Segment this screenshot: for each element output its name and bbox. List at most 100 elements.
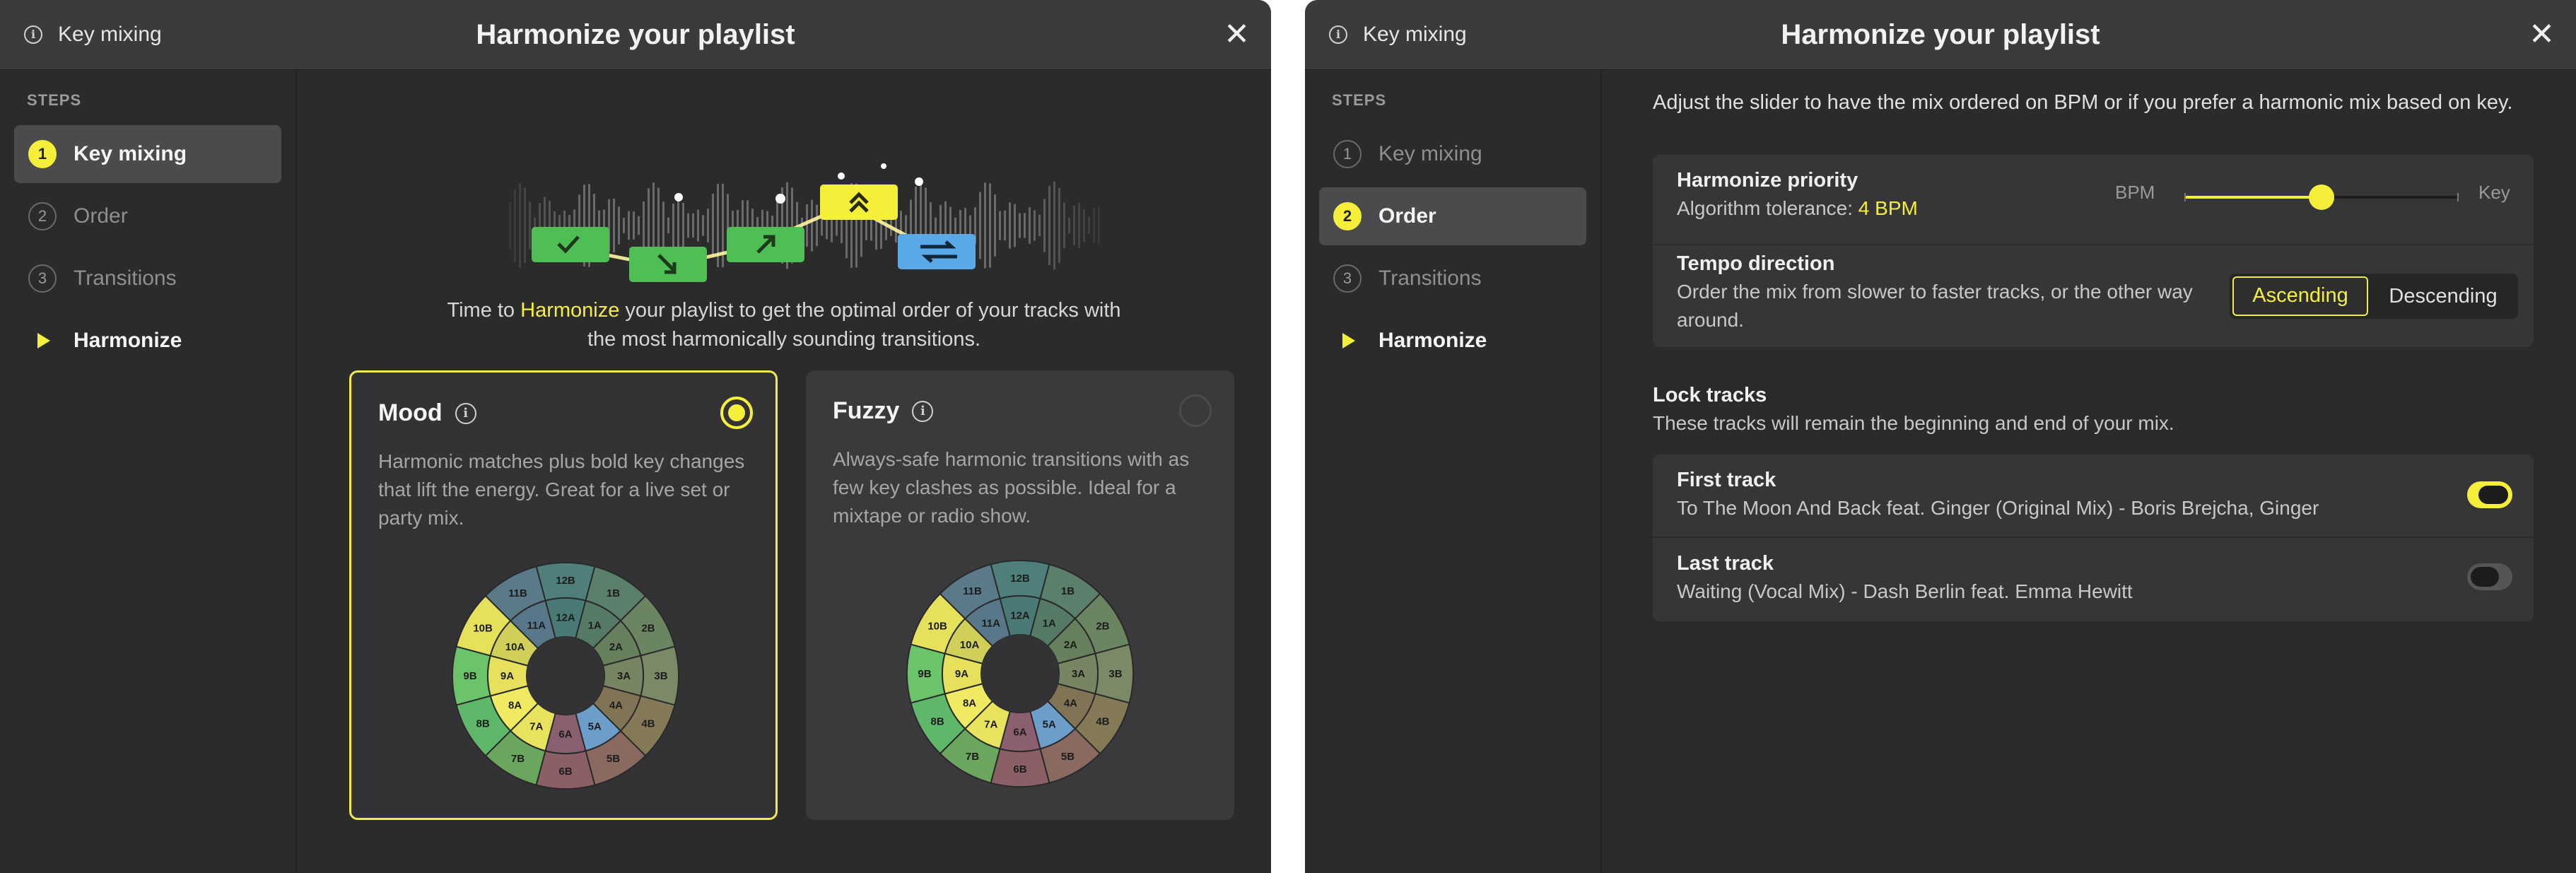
step-label: Transitions [74,266,177,290]
slider-min-label: BPM [2115,182,2155,203]
intro-rest: your playlist to get the optimal order o… [619,299,1121,322]
camelot-key-label: 9B [463,670,476,682]
step-harmonize[interactable]: Harmonize [1319,312,1586,370]
camelot-key-label: 7A [529,720,543,732]
lock-tracks-description: These tracks will remain the beginning a… [1653,412,2174,434]
camelot-key-label: 7B [511,753,525,765]
camelot-key-label: 10A [960,639,980,651]
camelot-key-label: 3B [1108,668,1122,680]
close-icon[interactable]: ✕ [2529,0,2555,69]
camelot-key-label: 4B [641,718,655,730]
slider-thumb[interactable] [2309,184,2334,210]
steps-sidebar: STEPS 1 Key mixing 2 Order 3 Transitions… [0,70,297,873]
option-title: Fuzzy [833,397,900,424]
camelot-key-label: 11B [963,585,982,597]
camelot-key-label: 10B [473,623,493,635]
camelot-key-label: 5A [588,720,602,732]
lock-tracks-title: Lock tracks [1653,384,1767,406]
step-label: Order [1378,204,1436,228]
lock-tracks-panel: First track To The Moon And Back feat. G… [1653,455,2534,621]
option-title: Mood [378,399,443,426]
camelot-key-label: 12B [1010,573,1030,585]
step-number: 2 [1333,202,1362,230]
step-label: Harmonize [1378,329,1487,352]
check-icon [532,227,609,262]
camelot-key-label: 12A [556,612,575,624]
camelot-key-label: 4A [609,699,623,711]
first-track-toggle[interactable] [2467,481,2512,508]
option-description: Always-safe harmonic transitions with as… [833,448,1190,527]
camelot-key-label: 10B [927,621,947,633]
ascending-button[interactable]: Ascending [2232,276,2368,316]
radio-button[interactable] [1179,394,1212,427]
dialog-title: Harmonize your playlist [476,19,795,50]
camelot-key-label: 5B [1061,751,1075,763]
title-bar: i Key mixing Harmonize your playlist ✕ [0,0,1271,70]
last-track-label: Last track [1677,552,1774,575]
camelot-key-label: 4A [1064,697,1077,709]
radio-button-selected[interactable] [720,397,753,429]
camelot-key-label: 8B [476,718,489,730]
camelot-key-label: 9B [918,668,931,680]
camelot-key-label: 1B [607,587,620,599]
tolerance-label: Algorithm tolerance: [1677,197,1858,219]
info-icon[interactable]: i [912,400,934,422]
camelot-key-label: 8A [508,699,522,711]
camelot-key-label: 7A [984,718,997,730]
option-card-fuzzy[interactable]: Fuzzy i Always-safe harmonic transitions… [806,370,1234,820]
card-title: Mood i [378,399,476,427]
steps-heading: STEPS [1332,91,1387,109]
camelot-wheel: 12B 1B 2B 3B 4B 5B 6B 7B 8B 9B 10B 11B 12A 1A 2A 3A 4A 5A… [906,560,1134,787]
intro-lead: Time to [447,299,521,322]
tempo-direction-toggle: Ascending Descending [2230,274,2518,319]
camelot-key-label: 2B [641,623,655,635]
camelot-key-label: 1B [1061,585,1075,597]
dialog-title: Harmonize your playlist [1781,19,2100,50]
option-card-mood[interactable]: Mood i Harmonic matches plus bold key ch… [349,370,778,820]
steps-heading: STEPS [27,91,82,109]
step-label: Transitions [1378,266,1482,290]
camelot-key-label: 2A [609,641,623,653]
camelot-center [527,637,604,715]
steps-sidebar: STEPS 1 Key mixing 2 Order 3 Transitions… [1305,70,1602,873]
camelot-key-label: 9A [955,668,968,680]
camelot-key-label: 2A [1064,639,1077,651]
step-number: 2 [28,202,57,230]
step-number: 3 [1333,264,1362,293]
camelot-key-label: 5B [607,753,620,765]
camelot-key-label: 11A [527,620,546,632]
step-order[interactable]: 2 Order [1319,187,1586,245]
play-icon [1342,333,1355,348]
close-icon[interactable]: ✕ [1224,0,1250,69]
first-track-name: To The Moon And Back feat. Ginger (Origi… [1677,497,2319,519]
double-chevron-up-icon [820,184,898,220]
camelot-key-label: 1A [588,620,602,632]
last-track-toggle[interactable] [2467,563,2512,590]
camelot-key-label: 12A [1010,610,1030,622]
step-key-mixing[interactable]: 1 Key mixing [1319,125,1586,183]
camelot-key-label: 3B [654,670,667,682]
step-label: Order [74,204,128,228]
camelot-key-label: 10A [505,641,525,653]
step-transitions[interactable]: 3 Transitions [14,250,281,307]
arrow-down-right-icon [629,247,707,282]
camelot-key-label: 8A [963,697,976,709]
camelot-key-label: 9A [500,670,514,682]
tempo-description: Order the mix from slower to faster trac… [1677,281,2193,331]
priority-slider[interactable] [2184,183,2459,211]
camelot-key-label: 1A [1043,618,1056,630]
order-settings-panel: Harmonize priority Algorithm tolerance: … [1653,155,2534,347]
info-icon[interactable]: i [455,402,476,424]
step-harmonize[interactable]: Harmonize [14,312,281,370]
camelot-key-label: 7B [966,751,979,763]
camelot-center [981,635,1059,713]
descending-button[interactable]: Descending [2371,276,2515,316]
step-order[interactable]: 2 Order [14,187,281,245]
option-description: Harmonic matches plus bold key changes t… [378,450,745,529]
priority-title: Harmonize priority [1677,169,1858,192]
step-label: Key mixing [1378,142,1482,165]
step-transitions[interactable]: 3 Transitions [1319,250,1586,307]
tolerance-value: 4 BPM [1858,197,1918,219]
step-key-mixing[interactable]: 1 Key mixing [14,125,281,183]
camelot-key-label: 11A [981,618,1000,630]
